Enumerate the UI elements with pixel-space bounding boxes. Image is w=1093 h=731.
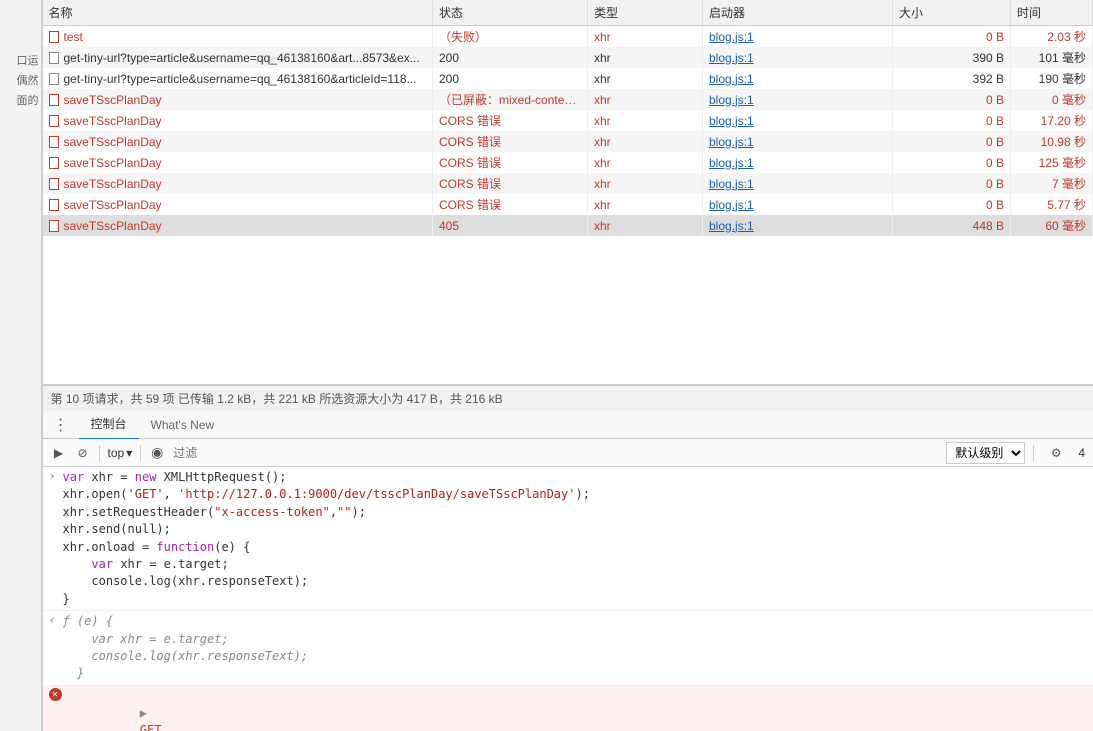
document-icon xyxy=(49,136,59,148)
network-summary: 第 10 项请求，共 59 项 已传输 1.2 kB，共 221 kB 所选资源… xyxy=(43,385,1093,411)
initiator-link[interactable]: blog.js:1 xyxy=(709,30,754,44)
drawer-menu-icon[interactable]: ⋮ xyxy=(43,415,79,435)
col-status[interactable]: 状态 xyxy=(433,0,588,26)
initiator-link[interactable]: blog.js:1 xyxy=(709,135,754,149)
tab-console[interactable]: 控制台 xyxy=(79,409,139,440)
table-row[interactable]: get-tiny-url?type=article&username=qq_46… xyxy=(43,47,1093,68)
context-selector[interactable]: top xyxy=(108,446,133,460)
table-row[interactable]: test（失败）xhrblog.js:10 B2.03 秒 xyxy=(43,26,1093,48)
log-level-selector[interactable]: 默认级别 xyxy=(946,442,1025,464)
console-toolbar: ▶ ⊘ top ◉ 默认级别 ⚙ 4 xyxy=(43,439,1093,467)
col-initiator[interactable]: 启动器 xyxy=(703,0,893,26)
table-row[interactable]: saveTSscPlanDay405xhrblog.js:1448 B60 毫秒 xyxy=(43,215,1093,236)
table-row[interactable]: get-tiny-url?type=article&username=qq_46… xyxy=(43,68,1093,89)
col-size[interactable]: 大小 xyxy=(893,0,1011,26)
col-time[interactable]: 时间 xyxy=(1011,0,1093,26)
clear-console-icon[interactable]: ⊘ xyxy=(75,445,91,461)
drawer-tabs: ⋮ 控制台 What's New xyxy=(43,411,1093,439)
issue-count[interactable]: 4 xyxy=(1078,446,1085,460)
table-row[interactable]: saveTSscPlanDayCORS 错误xhrblog.js:10 B10.… xyxy=(43,131,1093,152)
side-fragment: 口运 偶然 面的 xyxy=(0,0,42,731)
network-table: 名称 状态 类型 启动器 大小 时间 test（失败）xhrblog.js:10… xyxy=(43,0,1093,385)
document-icon xyxy=(49,31,59,43)
fn-output: ƒ (e) { var xhr = e.target; console.log(… xyxy=(63,613,1088,683)
output-icon: ‹ xyxy=(49,613,63,627)
initiator-link[interactable]: blog.js:1 xyxy=(709,51,754,65)
initiator-link[interactable]: blog.js:1 xyxy=(709,219,754,233)
replay-icon[interactable]: ▶ xyxy=(51,445,67,461)
prompt-icon: › xyxy=(49,469,63,483)
col-name[interactable]: 名称 xyxy=(43,0,433,26)
error-row[interactable]: ✕ ▶ GET http://127.0.0.1:9000/dev/tsscPl… xyxy=(43,686,1093,731)
settings-icon[interactable]: ⚙ xyxy=(1048,445,1064,461)
document-icon xyxy=(49,52,59,64)
console-body: › var xhr = new XMLHttpRequest(); xhr.op… xyxy=(43,467,1093,731)
document-icon xyxy=(49,94,59,106)
initiator-link[interactable]: blog.js:1 xyxy=(709,93,754,107)
table-row[interactable]: saveTSscPlanDayCORS 错误xhrblog.js:10 B17.… xyxy=(43,110,1093,131)
table-row[interactable]: saveTSscPlanDayCORS 错误xhrblog.js:10 B125… xyxy=(43,152,1093,173)
document-icon xyxy=(49,73,59,85)
initiator-link[interactable]: blog.js:1 xyxy=(709,72,754,86)
col-type[interactable]: 类型 xyxy=(588,0,703,26)
tab-whatsnew[interactable]: What's New xyxy=(139,412,227,438)
annotation-arrows xyxy=(43,236,1093,385)
table-row[interactable]: saveTSscPlanDay（已屏蔽：mixed-content...xhrb… xyxy=(43,89,1093,110)
initiator-link[interactable]: blog.js:1 xyxy=(709,156,754,170)
initiator-link[interactable]: blog.js:1 xyxy=(709,114,754,128)
document-icon xyxy=(49,157,59,169)
document-icon xyxy=(49,178,59,190)
code-input[interactable]: var xhr = new XMLHttpRequest(); xhr.open… xyxy=(63,469,1088,608)
initiator-link[interactable]: blog.js:1 xyxy=(709,198,754,212)
document-icon xyxy=(49,115,59,127)
document-icon xyxy=(49,199,59,211)
table-row[interactable]: saveTSscPlanDayCORS 错误xhrblog.js:10 B5.7… xyxy=(43,194,1093,215)
live-expression-icon[interactable]: ◉ xyxy=(149,445,165,461)
console-filter-input[interactable] xyxy=(173,446,938,460)
initiator-link[interactable]: blog.js:1 xyxy=(709,177,754,191)
table-row[interactable]: saveTSscPlanDayCORS 错误xhrblog.js:10 B7 毫… xyxy=(43,173,1093,194)
error-icon: ✕ xyxy=(49,688,62,701)
document-icon xyxy=(49,220,59,232)
